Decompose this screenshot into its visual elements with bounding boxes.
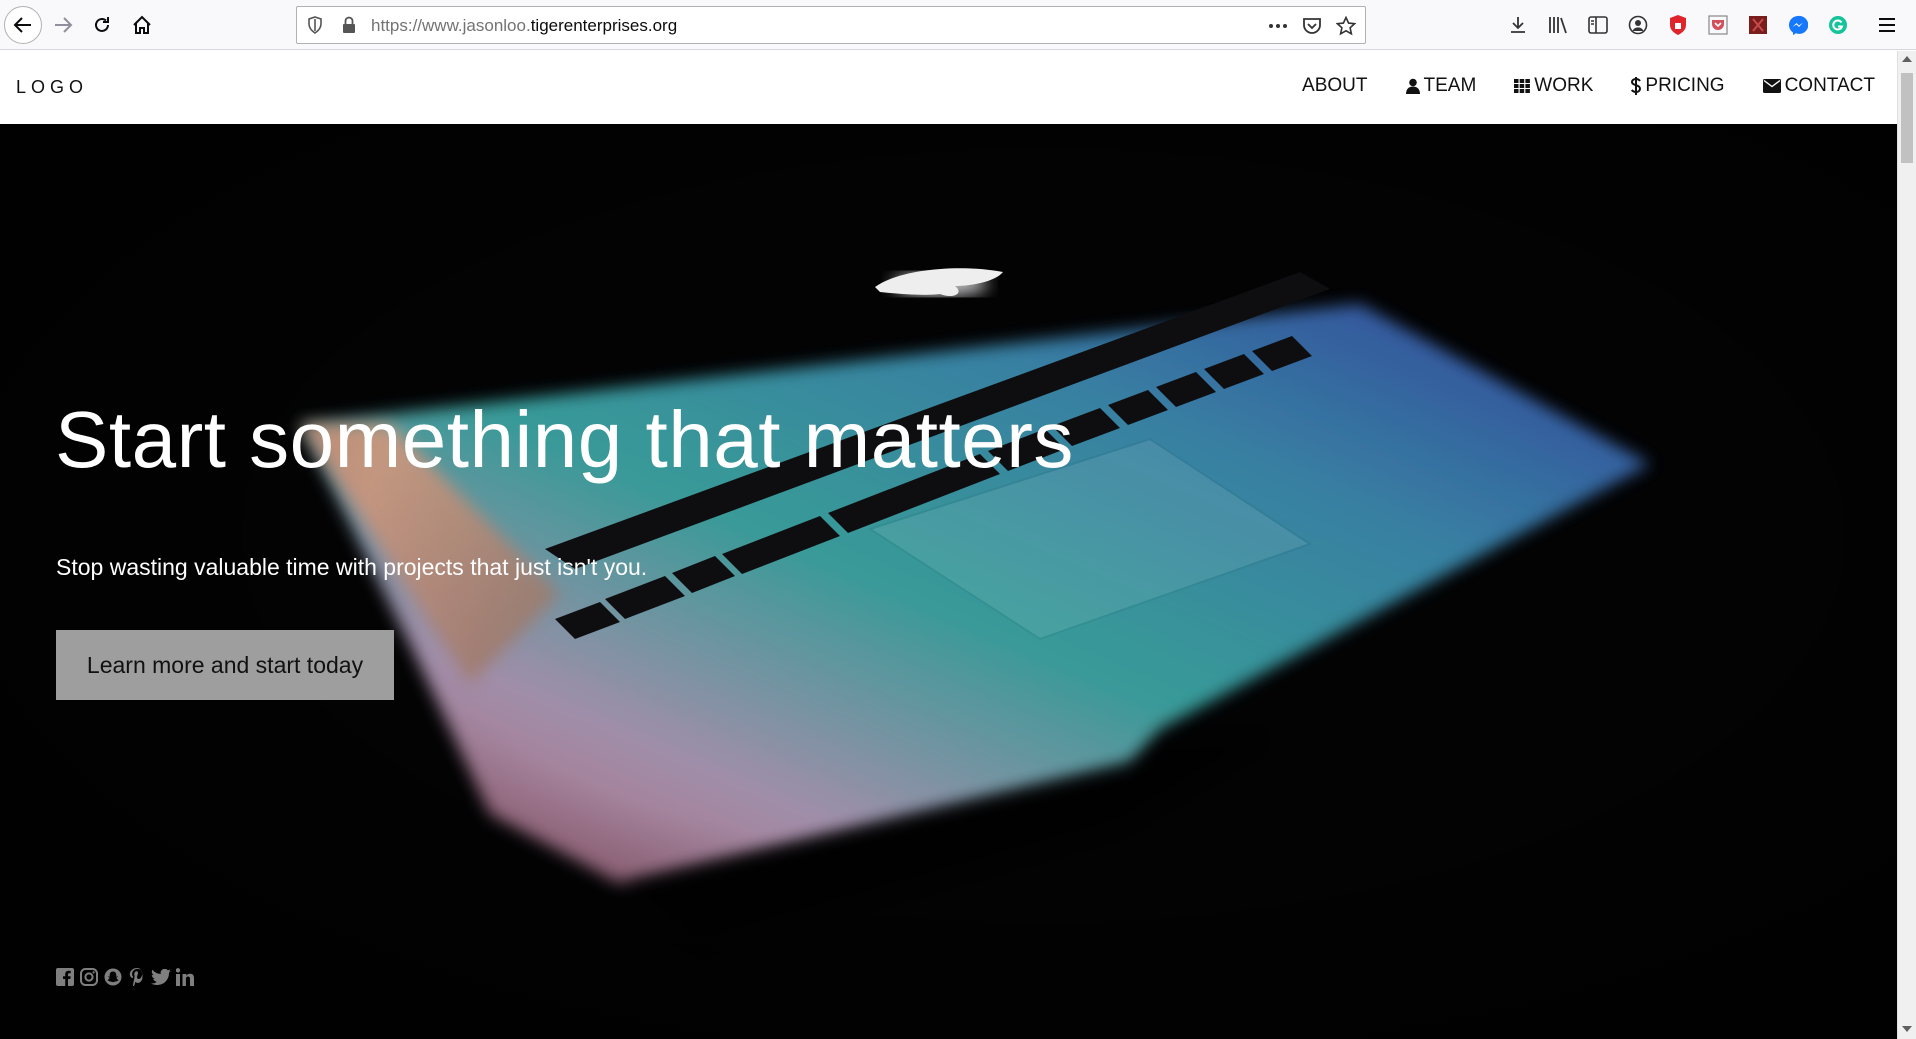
url-text[interactable]: https://www.jasonloo.tigerenterprises.or… <box>371 16 677 36</box>
hamburger-menu-button[interactable] <box>1874 12 1900 38</box>
page-viewport: LOGO ABOUT TEAM WORK PRICING CONTACT Sta… <box>0 51 1897 1039</box>
nav-team[interactable]: TEAM <box>1405 75 1477 97</box>
reload-button[interactable] <box>84 5 120 45</box>
reload-icon <box>95 17 109 32</box>
url-host: tigerenterprises.org <box>530 16 678 35</box>
ublock-icon[interactable] <box>1665 12 1691 38</box>
arrow-left-icon <box>13 17 31 33</box>
scroll-up-arrow-icon[interactable] <box>1902 56 1912 62</box>
url-prefix: https://www.jasonloo. <box>371 16 531 35</box>
pinterest-icon[interactable] <box>127 966 147 988</box>
nav-pricing[interactable]: PRICING <box>1631 75 1725 97</box>
grid-icon <box>1514 79 1531 93</box>
hero-subtitle: Stop wasting valuable time with projects… <box>56 554 648 580</box>
arrow-right-icon <box>55 17 73 33</box>
scroll-thumb[interactable] <box>1901 73 1913 163</box>
home-button[interactable] <box>124 5 160 45</box>
site-navbar: LOGO ABOUT TEAM WORK PRICING CONTACT <box>0 51 1897 124</box>
nav-links: ABOUT TEAM WORK PRICING CONTACT <box>1302 75 1875 97</box>
page-actions-icon[interactable] <box>1267 15 1289 37</box>
downloads-icon[interactable] <box>1505 12 1531 38</box>
messenger-icon[interactable] <box>1785 12 1811 38</box>
user-icon <box>1405 78 1420 94</box>
extension-icon[interactable] <box>1745 12 1771 38</box>
tracking-protection-icon[interactable] <box>307 16 323 39</box>
learn-more-button[interactable]: Learn more and start today <box>56 630 394 700</box>
grammarly-icon[interactable] <box>1825 12 1851 38</box>
nav-contact[interactable]: CONTACT <box>1762 75 1875 97</box>
snapchat-icon[interactable] <box>103 966 123 988</box>
nav-about-label: ABOUT <box>1302 75 1368 96</box>
hero-title: Start something that matters <box>55 395 1074 484</box>
sidebar-icon[interactable] <box>1585 12 1611 38</box>
linkedin-icon[interactable] <box>175 966 195 988</box>
lock-icon[interactable] <box>342 16 356 39</box>
library-icon[interactable] <box>1545 12 1571 38</box>
facebook-icon[interactable] <box>55 966 75 988</box>
nav-work-label: WORK <box>1534 75 1594 96</box>
pocket-extension-icon[interactable] <box>1705 12 1731 38</box>
instagram-icon[interactable] <box>79 966 99 988</box>
page-scrollbar[interactable] <box>1897 51 1916 1039</box>
hero-section: Start something that matters Stop wastin… <box>0 124 1897 1039</box>
back-button[interactable] <box>3 5 43 45</box>
menu-icon <box>1879 18 1895 32</box>
bookmark-star-icon[interactable] <box>1335 15 1357 37</box>
nav-team-label: TEAM <box>1423 75 1477 96</box>
nav-work[interactable]: WORK <box>1514 75 1593 97</box>
nav-pricing-label: PRICING <box>1645 75 1725 96</box>
nav-about[interactable]: ABOUT <box>1302 75 1367 97</box>
nav-contact-label: CONTACT <box>1784 75 1875 96</box>
scroll-down-arrow-icon[interactable] <box>1902 1026 1912 1032</box>
social-links <box>55 966 195 988</box>
laptop-background-image <box>0 124 1897 1039</box>
home-icon <box>133 15 151 34</box>
envelope-icon <box>1762 79 1781 93</box>
account-icon[interactable] <box>1625 12 1651 38</box>
forward-button[interactable] <box>45 5 81 45</box>
site-logo[interactable]: LOGO <box>16 77 88 98</box>
browser-toolbar: https://www.jasonloo.tigerenterprises.or… <box>0 0 1916 50</box>
address-bar[interactable]: https://www.jasonloo.tigerenterprises.or… <box>296 6 1366 44</box>
pocket-icon[interactable] <box>1301 15 1323 37</box>
dollar-icon <box>1631 77 1642 95</box>
twitter-icon[interactable] <box>151 966 171 988</box>
